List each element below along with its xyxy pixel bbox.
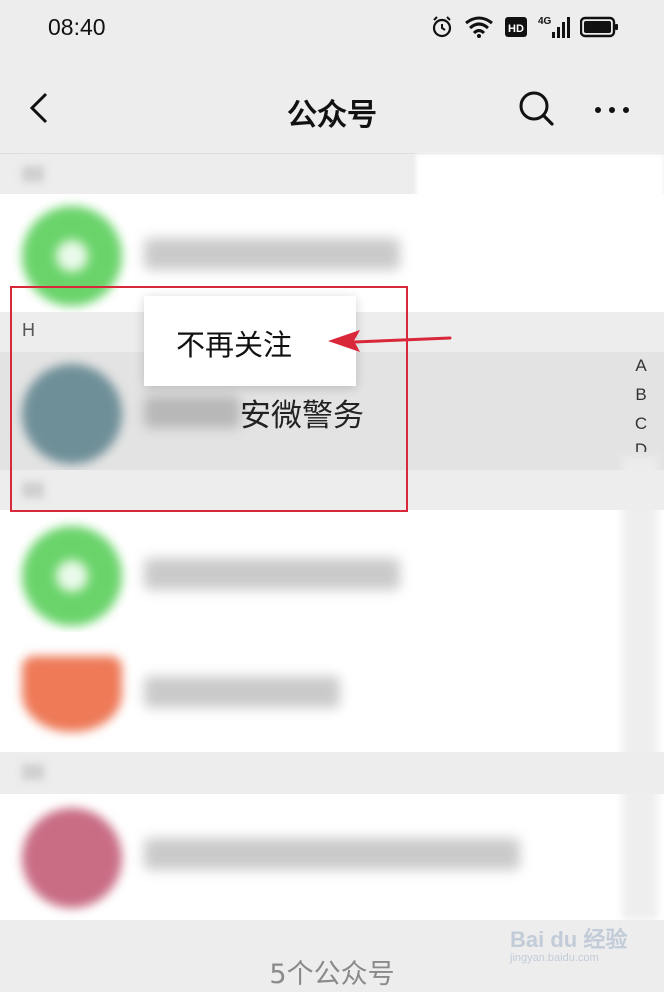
account-name-blurred [144, 558, 400, 590]
hd-icon: HD [504, 15, 528, 43]
alarm-icon [430, 15, 454, 43]
list-item[interactable] [0, 514, 664, 632]
index-letter-c[interactable]: C [618, 414, 664, 434]
account-avatar [22, 808, 122, 908]
section-letter-blurred [22, 166, 44, 182]
index-letter-d[interactable]: D [618, 440, 664, 452]
status-time: 08:40 [48, 14, 106, 40]
nav-bar: 公众号 [0, 60, 664, 154]
watermark-logo: Bai du 经验 [510, 927, 628, 952]
blur-region [416, 154, 664, 312]
signal-4g-icon: 4G [538, 14, 570, 44]
account-name-blurred [144, 838, 520, 870]
index-letter-a[interactable]: A [618, 356, 664, 376]
watermark: Bai du 经验 jingyan.baidu.com [510, 920, 640, 970]
alphabet-index-bar[interactable]: A B C D . U V [618, 352, 664, 992]
status-bar: 08:40 HD 4G [0, 0, 664, 60]
page-title: 公众号 [287, 98, 377, 133]
search-icon [519, 91, 554, 126]
section-letter-blurred [22, 764, 44, 780]
section-header [0, 752, 664, 794]
wifi-icon [464, 15, 494, 43]
list-item[interactable] [0, 794, 664, 918]
svg-text:HD: HD [508, 23, 524, 35]
more-button[interactable] [590, 88, 634, 128]
index-bar-blurred [622, 456, 658, 920]
annotation-highlight-box [10, 286, 408, 512]
screen: 08:40 HD 4G 公众号 H 安微警务 A B C D 不再关注 5个公众… [0, 0, 664, 992]
account-avatar [22, 526, 122, 626]
svg-text:4G: 4G [538, 16, 552, 27]
status-icons: HD 4G [430, 14, 620, 44]
index-letter-b[interactable]: B [618, 385, 664, 405]
annotation-arrow-icon [328, 330, 452, 352]
battery-icon [579, 15, 620, 43]
more-icon [595, 107, 629, 113]
account-avatar [22, 656, 122, 732]
account-name-blurred [144, 238, 400, 270]
account-name-blurred [144, 676, 340, 708]
search-button[interactable] [516, 88, 556, 128]
watermark-url: jingyan.baidu.com [510, 952, 599, 964]
list-item[interactable] [0, 632, 664, 750]
